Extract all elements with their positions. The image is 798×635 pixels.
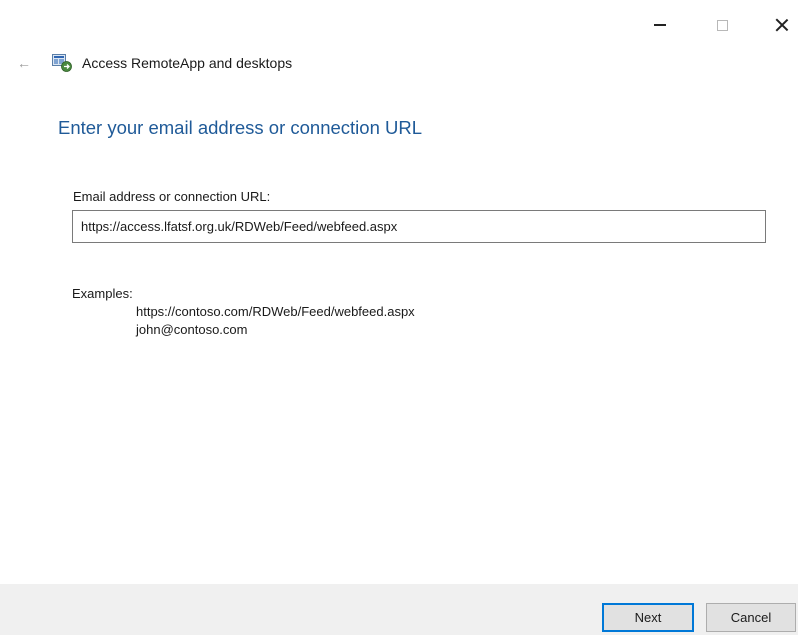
cancel-button[interactable]: Cancel [706,603,796,632]
remoteapp-wizard-window: ← Access RemoteApp and desktops Enter yo… [0,0,798,635]
close-button[interactable] [762,10,798,40]
remoteapp-icon [52,54,72,72]
back-button[interactable]: ← [14,53,34,73]
minimize-icon [654,24,666,26]
url-field-label: Email address or connection URL: [73,189,271,204]
page-heading: Enter your email address or connection U… [58,117,423,138]
examples-label: Examples: [72,286,133,301]
example-email: john@contoso.com [136,322,248,337]
app-title: Access RemoteApp and desktops [82,55,293,71]
next-button[interactable]: Next [602,603,694,632]
minimize-button[interactable] [640,10,680,40]
example-url: https://contoso.com/RDWeb/Feed/webfeed.a… [136,304,415,319]
maximize-icon [716,19,728,31]
close-icon [775,18,789,32]
maximize-button[interactable] [702,10,742,40]
back-arrow-icon: ← [17,55,31,71]
connection-url-input[interactable] [72,210,766,243]
